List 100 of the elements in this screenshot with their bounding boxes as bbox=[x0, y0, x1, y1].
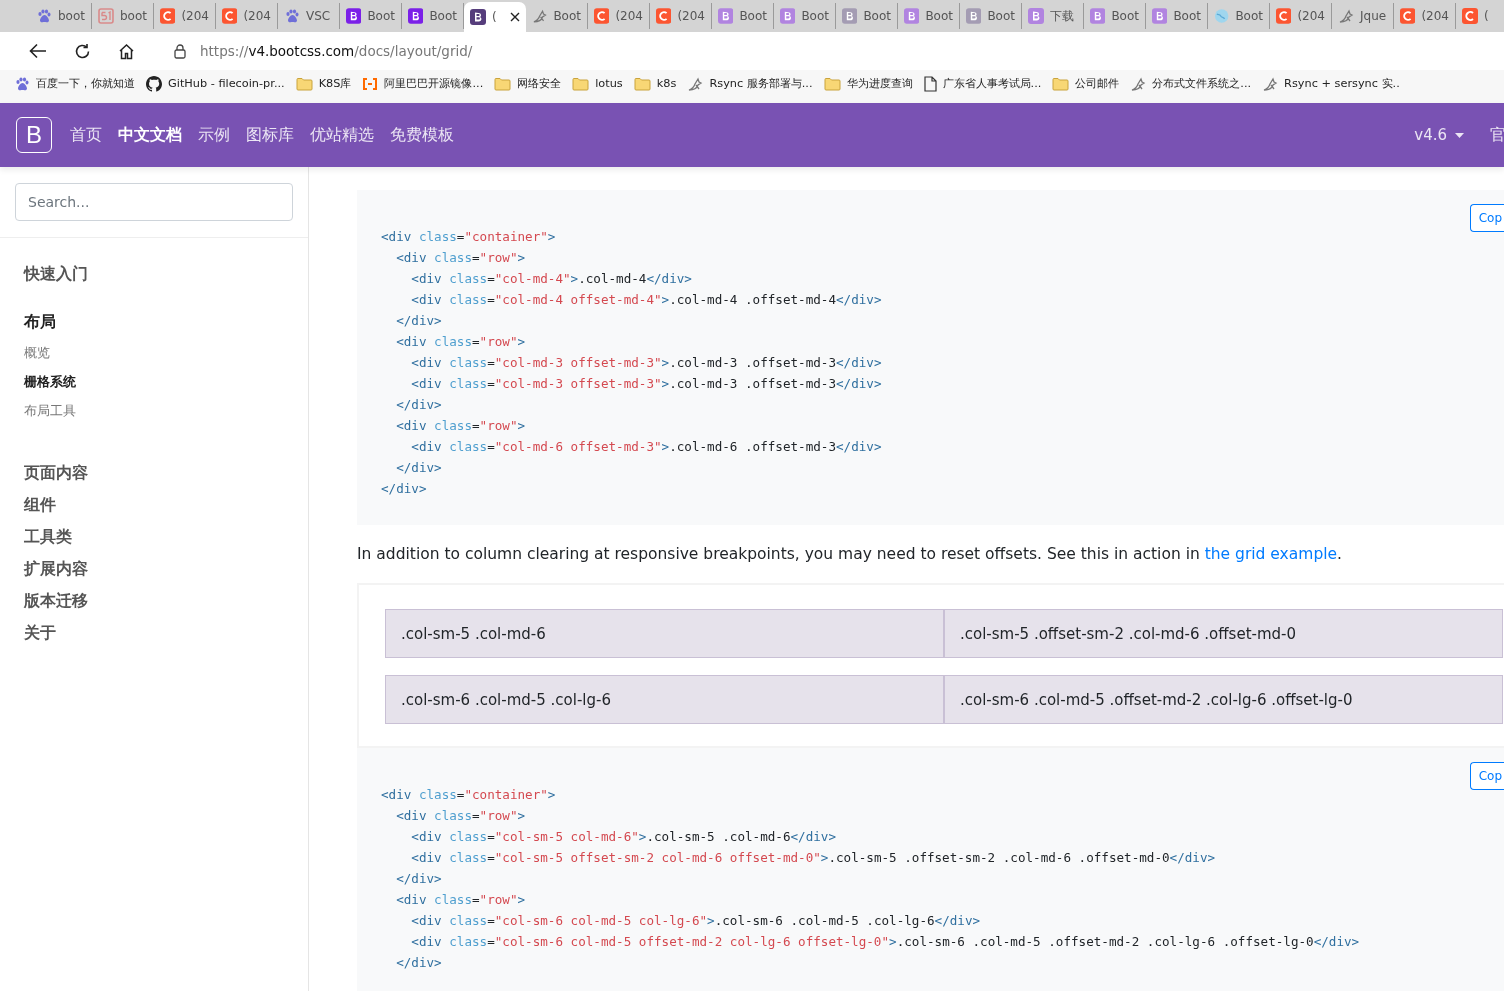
bookmark[interactable]: lotus bbox=[572, 76, 623, 91]
browser-tab[interactable]: Boot bbox=[712, 3, 774, 29]
bookmark[interactable]: K8S库 bbox=[295, 76, 352, 91]
bookmark[interactable]: 公司邮件 bbox=[1052, 76, 1120, 91]
code-line: <div class="row"> bbox=[395, 417, 526, 435]
nav-link[interactable]: 官 bbox=[1490, 124, 1504, 146]
bookmark[interactable]: GitHub - filecoin-pr... bbox=[146, 75, 285, 92]
bookmark[interactable]: Rsync 服务部署与... bbox=[687, 75, 813, 92]
browser-tab[interactable]: (204 bbox=[650, 3, 712, 29]
grid-column: .col-sm-6 .col-md-5 .col-lg-6 bbox=[385, 675, 944, 724]
bracket-logo-icon bbox=[362, 77, 379, 90]
browser-tab[interactable]: ( bbox=[1456, 3, 1504, 29]
browser-tab[interactable]: ( bbox=[464, 2, 526, 32]
code-line: <div class="col-sm-6 col-md-5 offset-md-2 col-lg-6 offset-lg-0">.col-sm-6 .col-md-5 .offset-md-2 .col-lg-6 .offset-lg-0</div> bbox=[410, 933, 1360, 951]
sidebar-item[interactable]: 布局工具 bbox=[24, 396, 308, 425]
bookmark[interactable]: 华为进度查询 bbox=[823, 76, 913, 91]
browser-tab[interactable]: (204 bbox=[1270, 3, 1332, 29]
b-logo-icon bbox=[780, 8, 796, 24]
browser-tab[interactable]: (204 bbox=[154, 3, 216, 29]
bookmark[interactable]: k8s bbox=[633, 76, 677, 91]
bookmark[interactable]: 百度一下，你就知道 bbox=[14, 75, 135, 92]
browser-tab[interactable]: (204 bbox=[1394, 3, 1456, 29]
tab-title: Boot bbox=[553, 9, 581, 23]
browser-tab[interactable]: Boot bbox=[774, 3, 836, 29]
tab-title: Boot bbox=[863, 9, 891, 23]
version-dropdown[interactable]: v4.6 bbox=[1414, 126, 1464, 144]
sidebar-section[interactable]: 布局 bbox=[24, 306, 308, 338]
tab-title: (204 bbox=[243, 9, 271, 23]
nav-link[interactable]: 图标库 bbox=[238, 124, 302, 146]
code-line: <div class="col-sm-5 offset-sm-2 col-md-6 offset-md-0">.col-sm-5 .offset-sm-2 .col-md-6 .offset-md-0</div> bbox=[410, 849, 1216, 867]
code-line: <div class="col-md-3 offset-md-3">.col-md-3 .offset-md-3</div> bbox=[410, 354, 882, 372]
folder-icon bbox=[823, 76, 841, 91]
bookmark[interactable]: 阿里巴巴开源镜像... bbox=[362, 76, 484, 91]
document-icon bbox=[923, 75, 937, 92]
bird-icon bbox=[1338, 8, 1354, 24]
tab-title: Boot bbox=[801, 9, 829, 23]
copy-button[interactable]: Cop bbox=[1469, 762, 1504, 790]
search-field[interactable]: Search... bbox=[15, 183, 293, 221]
bookmark[interactable]: Rsync + sersync 实.. bbox=[1262, 75, 1400, 92]
tab-title: (204 bbox=[677, 9, 705, 23]
tab-title: (204 bbox=[181, 9, 209, 23]
sidebar-item[interactable]: 概览 bbox=[24, 338, 308, 367]
browser-tab[interactable]: 下载 bbox=[1022, 3, 1084, 29]
sidebar-section[interactable]: 版本迁移 bbox=[24, 585, 308, 617]
brand-logo[interactable]: B bbox=[16, 117, 52, 153]
sidebar-section[interactable]: 工具类 bbox=[24, 521, 308, 553]
browser-tab[interactable]: Boot bbox=[1208, 3, 1270, 29]
nav-link[interactable]: 中文文档 bbox=[110, 124, 190, 146]
bookmark[interactable]: 分布式文件系统之... bbox=[1130, 75, 1252, 92]
browser-tab[interactable]: Boot bbox=[1084, 3, 1146, 29]
code-line: </div> bbox=[395, 459, 442, 477]
b-logo-icon bbox=[1090, 8, 1106, 24]
tab-title: (204 bbox=[1297, 9, 1325, 23]
sidebar-section[interactable]: 快速入门 bbox=[24, 258, 308, 290]
browser-tab[interactable]: Jque bbox=[1332, 3, 1394, 29]
folder-icon bbox=[1052, 76, 1070, 91]
code-line: </div> bbox=[395, 396, 442, 414]
tab-title: ( bbox=[1484, 9, 1489, 23]
nav-link[interactable]: 首页 bbox=[62, 124, 110, 146]
sidebar-section[interactable]: 页面内容 bbox=[24, 457, 308, 489]
browser-tab[interactable]: (204 bbox=[588, 3, 650, 29]
b-logo-icon bbox=[1028, 8, 1044, 24]
browser-tab[interactable]: Boot bbox=[898, 3, 960, 29]
bookmark[interactable]: 广东省人事考试局... bbox=[923, 75, 1042, 92]
b-logo-icon bbox=[842, 8, 858, 24]
browser-tab[interactable]: boot bbox=[92, 3, 154, 29]
tab-title: Boot bbox=[925, 9, 953, 23]
code-line: </div> bbox=[381, 480, 427, 498]
bird-icon bbox=[532, 8, 548, 24]
browser-tab[interactable]: Boot bbox=[836, 3, 898, 29]
copy-button[interactable]: Cop bbox=[1469, 204, 1504, 232]
browser-tab[interactable]: Boot bbox=[402, 3, 464, 29]
bird-icon bbox=[1130, 75, 1147, 92]
c-logo-icon bbox=[1276, 8, 1292, 24]
browser-tab[interactable]: Boot bbox=[526, 3, 588, 29]
sidebar-section[interactable]: 组件 bbox=[24, 489, 308, 521]
browser-tab[interactable]: Boot bbox=[1146, 3, 1208, 29]
nav-link[interactable]: 优站精选 bbox=[302, 124, 382, 146]
browser-tab[interactable]: (204 bbox=[216, 3, 278, 29]
nav-link[interactable]: 示例 bbox=[190, 124, 238, 146]
browser-tab[interactable]: Boot bbox=[960, 3, 1022, 29]
folder-icon bbox=[572, 76, 590, 91]
bookmark[interactable]: 网络安全 bbox=[494, 76, 562, 91]
browser-tab[interactable]: VSC bbox=[278, 3, 340, 29]
grid-example-link[interactable]: the grid example bbox=[1204, 545, 1338, 563]
github-icon bbox=[146, 75, 162, 92]
code-line: <div class="col-md-6 offset-md-3">.col-md-6 .offset-md-3</div> bbox=[410, 438, 882, 456]
close-icon[interactable] bbox=[510, 12, 520, 22]
nav-link[interactable]: 免费模板 bbox=[382, 124, 462, 146]
paw-icon bbox=[36, 8, 52, 24]
browser-tab[interactable]: Boot bbox=[340, 3, 402, 29]
folder-icon bbox=[295, 76, 313, 91]
code-line: </div> bbox=[395, 312, 442, 330]
sidebar-item[interactable]: 栅格系统 bbox=[24, 367, 308, 396]
b-logo-icon bbox=[408, 8, 424, 24]
sidebar-section[interactable]: 扩展内容 bbox=[24, 553, 308, 585]
sidebar-section[interactable]: 关于 bbox=[24, 617, 308, 649]
url-text: https://v4.bootcss.com/docs/layout/grid/ bbox=[200, 43, 473, 59]
tab-title: Boot bbox=[1173, 9, 1201, 23]
browser-tab[interactable]: boot bbox=[30, 3, 92, 29]
